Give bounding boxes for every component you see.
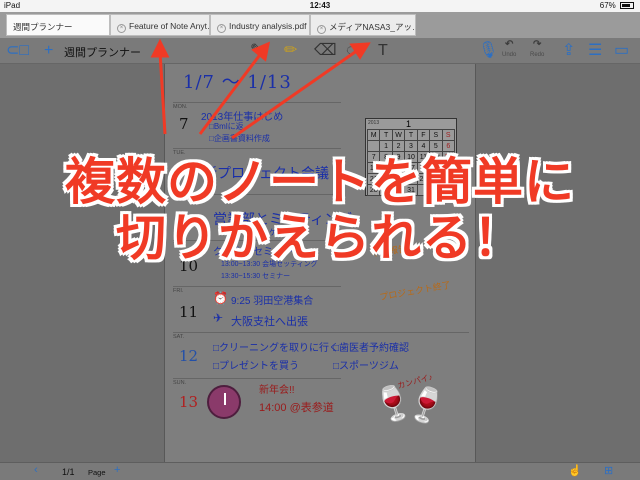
arrow-line: [158, 51, 167, 135]
hand-tool-icon[interactable]: ☝: [568, 464, 582, 477]
arrow-line: [231, 48, 359, 140]
annotation-arrows: [150, 38, 371, 140]
prev-page-icon[interactable]: ‹: [34, 464, 38, 476]
page-label: Page: [88, 468, 106, 477]
zoom-box-icon[interactable]: ⊞: [604, 464, 613, 477]
arrow-head: [251, 41, 271, 62]
arrow-head: [150, 38, 170, 58]
arrow-head: [349, 42, 371, 60]
bottom-bar: ‹ 1/1 Page + ☝ ⊞: [0, 462, 640, 480]
page-count: 1/1: [62, 467, 75, 477]
add-page-icon[interactable]: +: [114, 464, 120, 476]
arrow-line: [198, 51, 264, 135]
